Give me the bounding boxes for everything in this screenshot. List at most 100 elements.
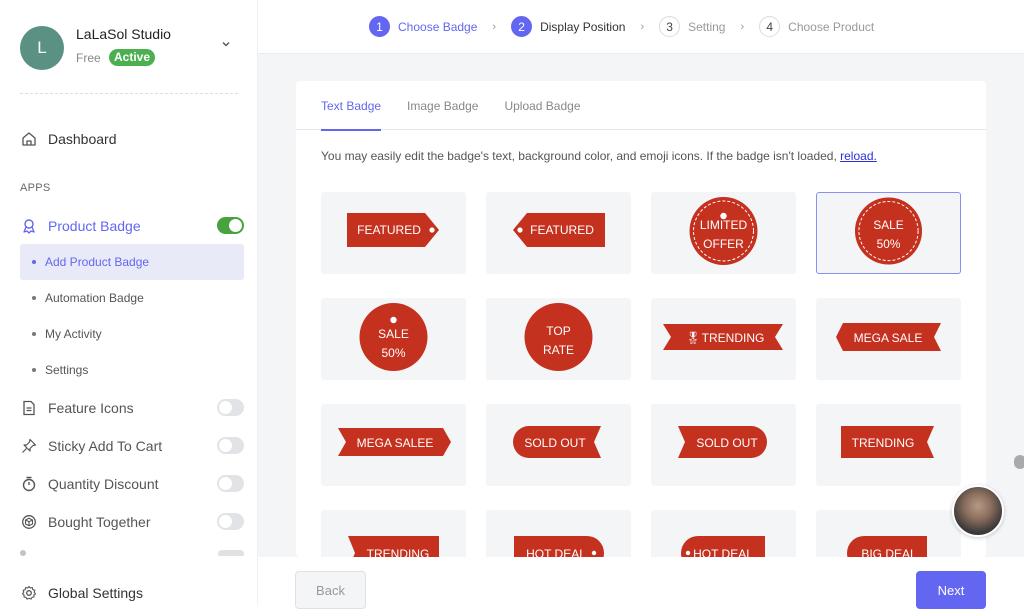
badge-option[interactable]: HOT DEAL xyxy=(651,510,796,557)
gear-icon xyxy=(20,584,38,602)
step-choose-badge[interactable]: 1 Choose Badge xyxy=(369,16,477,37)
chevron-right-icon: › xyxy=(492,20,497,33)
step-display-position[interactable]: 2 Display Position xyxy=(511,16,625,37)
badge-preview: SOLD OUT xyxy=(513,426,601,458)
plan-label: Free xyxy=(76,51,101,65)
badge-option[interactable]: HOT DEAL xyxy=(486,510,631,557)
badge-type-tabs: Text Badge Image Badge Upload Badge xyxy=(296,81,986,131)
badge-option[interactable]: TOP RATE xyxy=(486,298,631,380)
step-number: 3 xyxy=(659,16,681,37)
badge-preview: FEATURED xyxy=(513,213,605,247)
sidebar-item-quantity-discount[interactable]: Quantity Discount xyxy=(20,473,244,495)
badge-text: TRENDING xyxy=(702,331,765,345)
home-icon xyxy=(20,130,38,148)
badge-text: TRENDING xyxy=(367,547,430,557)
badge-preview: TOP RATE xyxy=(524,303,593,371)
badge-text: HOT DEAL xyxy=(693,547,753,557)
divider xyxy=(20,93,238,94)
submenu-automation-badge[interactable]: Automation Badge xyxy=(20,280,244,316)
badge-text: LIMITED xyxy=(700,218,748,232)
badge-text: RATE xyxy=(543,343,574,357)
sidebar-item-bought-together[interactable]: Bought Together xyxy=(20,511,244,533)
tab-text-badge[interactable]: Text Badge xyxy=(321,81,382,131)
step-setting[interactable]: 3 Setting xyxy=(659,16,725,37)
badge-option[interactable]: 🎖 TRENDING xyxy=(651,298,796,380)
sidebar-item-label: Sticky Add To Cart xyxy=(48,438,163,454)
submenu-settings[interactable]: Settings xyxy=(20,352,244,388)
badge-option[interactable]: BIG DEAL xyxy=(816,510,961,557)
step-number: 1 xyxy=(369,16,390,37)
badge-preview: SALE 50% xyxy=(854,197,923,265)
next-button[interactable]: Next xyxy=(916,571,986,609)
badge-option[interactable]: SALE 50% xyxy=(321,298,466,380)
badge-option[interactable]: MEGA SALEE xyxy=(321,404,466,486)
main-content: 1 Choose Badge › 2 Display Position › 3 … xyxy=(258,0,1024,609)
document-icon xyxy=(20,399,38,417)
reload-link[interactable]: reload. xyxy=(840,149,877,163)
pin-icon xyxy=(20,437,38,455)
tab-upload-badge[interactable]: Upload Badge xyxy=(504,81,580,130)
bought-together-toggle[interactable] xyxy=(217,513,244,530)
quantity-discount-toggle[interactable] xyxy=(217,475,244,492)
step-label: Choose Badge xyxy=(398,19,478,34)
badge-preview: BIG DEAL xyxy=(847,536,927,557)
step-choose-product[interactable]: 4 Choose Product xyxy=(759,16,874,37)
nav-dashboard[interactable]: Dashboard xyxy=(20,128,117,150)
sidebar-item-product-badge[interactable]: Product Badge xyxy=(20,215,244,237)
badge-option[interactable]: SALE 50% xyxy=(816,192,961,274)
step-label: Display Position xyxy=(540,19,626,34)
step-label: Choose Product xyxy=(788,19,875,34)
feature-icons-toggle[interactable] xyxy=(217,399,244,416)
badge-option[interactable]: LIMITED OFFER xyxy=(651,192,796,274)
badge-preview: FEATURED xyxy=(347,213,439,247)
submenu-add-product-badge[interactable]: Add Product Badge xyxy=(20,244,244,280)
chevron-right-icon: › xyxy=(740,20,745,33)
tag-hole xyxy=(390,316,397,324)
badge-option[interactable]: FEATURED xyxy=(486,192,631,274)
badge-option[interactable]: TRENDING xyxy=(816,404,961,486)
support-chat-avatar[interactable] xyxy=(952,485,1004,537)
stopwatch-icon xyxy=(20,475,38,493)
tag-hole xyxy=(685,550,691,556)
submenu-label: My Activity xyxy=(45,327,102,341)
sidebar-item-feature-icons[interactable]: Feature Icons xyxy=(20,397,244,419)
badge-option[interactable]: MEGA SALE xyxy=(816,298,961,380)
badge-text: MEGA SALEE xyxy=(357,436,434,450)
badge-text: SALE xyxy=(873,218,903,232)
chevron-down-icon[interactable] xyxy=(220,38,232,50)
badge-text: HOT DEAL xyxy=(526,547,586,557)
medal-icon: 🎖 xyxy=(685,331,700,345)
back-button[interactable]: Back xyxy=(295,571,366,609)
sidebar-item-label: Product Badge xyxy=(48,218,141,234)
sidebar: L LaLaSol Studio Free Active Dashboard A… xyxy=(0,0,258,605)
badge-option[interactable]: FEATURED xyxy=(321,192,466,274)
badge-option[interactable]: TRENDING xyxy=(321,510,466,557)
step-number: 4 xyxy=(759,16,781,37)
badge-option[interactable]: SOLD OUT xyxy=(651,404,796,486)
avatar: L xyxy=(20,26,64,70)
badge-text: MEGA SALE xyxy=(854,331,923,345)
nav-dashboard-label: Dashboard xyxy=(48,131,117,147)
badge-text: FEATURED xyxy=(357,223,421,237)
badge-option[interactable]: SOLD OUT xyxy=(486,404,631,486)
badge-preview: MEGA SALEE xyxy=(338,428,451,456)
nav-global-settings[interactable]: Global Settings xyxy=(20,584,143,602)
scrollbar-handle[interactable] xyxy=(1014,455,1024,469)
hint-text: You may easily edit the badge's text, ba… xyxy=(321,149,877,163)
sidebar-overflow-item xyxy=(20,548,244,556)
submenu-my-activity[interactable]: My Activity xyxy=(20,316,244,352)
badge-preview: SALE 50% xyxy=(359,303,428,371)
global-settings-label: Global Settings xyxy=(48,585,143,601)
submenu-label: Automation Badge xyxy=(45,291,144,305)
tab-image-badge[interactable]: Image Badge xyxy=(407,81,478,130)
status-badge: Active xyxy=(109,49,156,66)
chevron-right-icon: › xyxy=(640,20,645,33)
sidebar-item-sticky-add-to-cart[interactable]: Sticky Add To Cart xyxy=(20,435,244,457)
badge-text: BIG DEAL xyxy=(861,547,917,557)
product-badge-toggle[interactable] xyxy=(217,217,244,234)
store-profile[interactable]: L LaLaSol Studio Free Active xyxy=(20,24,238,70)
sidebar-item-label: Quantity Discount xyxy=(48,476,159,492)
step-number: 2 xyxy=(511,16,533,37)
sticky-add-to-cart-toggle[interactable] xyxy=(217,437,244,454)
footer-bar xyxy=(258,557,1024,605)
